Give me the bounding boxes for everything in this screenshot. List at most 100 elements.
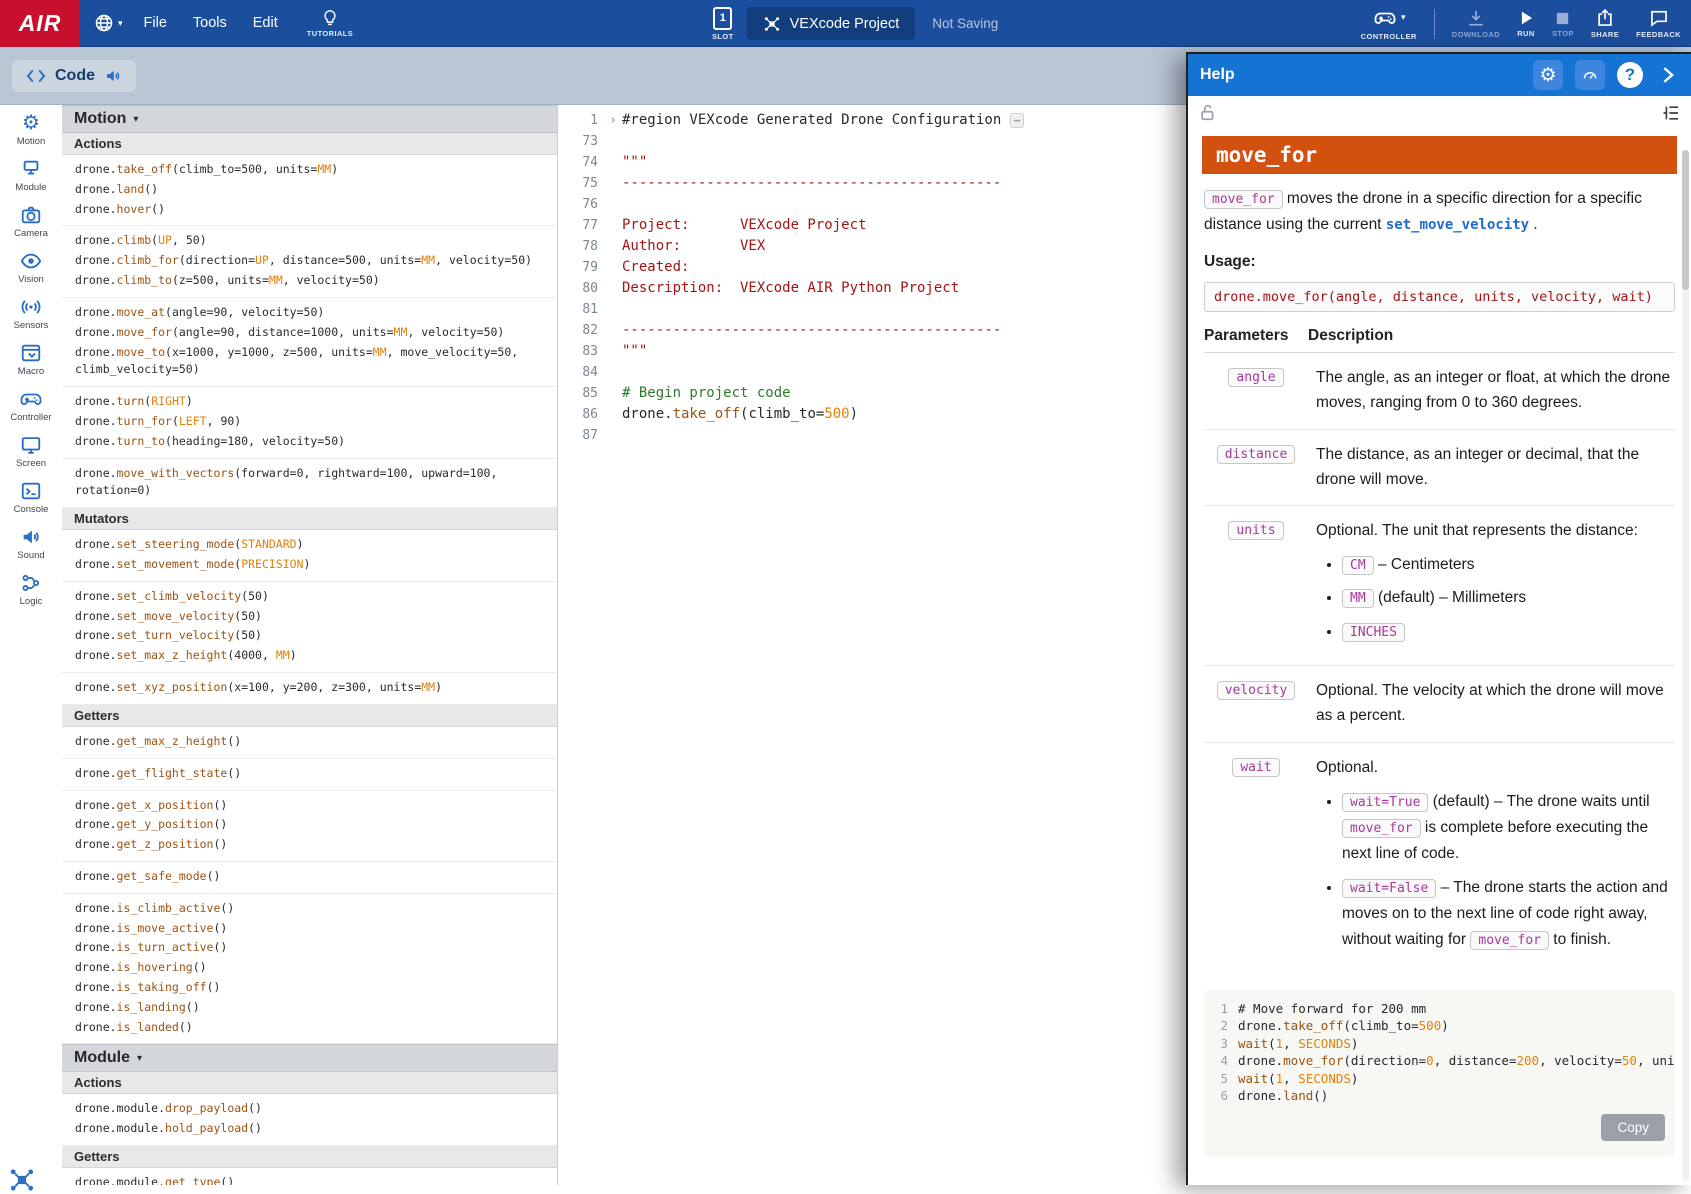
- tutorials-button[interactable]: TUTORIALS: [307, 9, 353, 38]
- sidebar-item-label: Sensors: [14, 320, 49, 331]
- palette-snippet[interactable]: drone.set_movement_mode(PRECISION): [62, 555, 557, 575]
- palette-snippet[interactable]: drone.module.get_type(): [62, 1173, 557, 1185]
- parameter-row: waitOptional.wait=True (default) – The d…: [1204, 743, 1675, 974]
- palette-snippet[interactable]: drone.get_max_z_height(): [62, 732, 557, 752]
- palette-snippet[interactable]: drone.module.drop_payload(): [62, 1099, 557, 1119]
- sidebar-item-motion[interactable]: ⚙ Motion: [0, 111, 62, 157]
- description-cell: The distance, as an integer or decimal, …: [1308, 443, 1675, 493]
- sidebar-item-sensors[interactable]: Sensors: [0, 295, 62, 341]
- run-button[interactable]: RUN: [1517, 9, 1535, 38]
- palette-snippet[interactable]: drone.get_safe_mode(): [62, 867, 557, 887]
- palette-snippet[interactable]: drone.is_landed(): [62, 1018, 557, 1038]
- indent-icon[interactable]: [1661, 103, 1681, 123]
- feedback-button[interactable]: FEEDBACK: [1636, 8, 1681, 39]
- sidebar-item-console[interactable]: Console: [0, 479, 62, 525]
- palette-snippet[interactable]: drone.set_steering_mode(STANDARD): [62, 535, 557, 555]
- palette-snippet[interactable]: drone.climb_for(direction=UP, distance=5…: [62, 251, 557, 271]
- folded-code-ellipsis[interactable]: ⋯: [1010, 113, 1025, 128]
- editor-line-text: Description: VEXcode AIR Python Project: [622, 278, 959, 299]
- vision-icon: [20, 249, 42, 273]
- settings-icon[interactable]: ⚙: [1533, 60, 1563, 90]
- palette-snippet[interactable]: drone.set_move_velocity(50): [62, 607, 557, 627]
- palette-snippet[interactable]: drone.move_to(x=1000, y=1000, z=500, uni…: [62, 343, 557, 381]
- slot-selector[interactable]: 1 SLOT: [712, 7, 734, 41]
- chevron-down-icon[interactable]: ▾: [1401, 12, 1406, 23]
- stop-button[interactable]: STOP: [1552, 10, 1574, 38]
- project-name-button[interactable]: VEXcode Project: [747, 7, 916, 40]
- sidebar-item-logic[interactable]: Logic: [0, 571, 62, 617]
- globe-icon: [94, 13, 114, 33]
- palette-snippet[interactable]: drone.get_y_position(): [62, 815, 557, 835]
- palette-snippet[interactable]: drone.move_for(angle=90, distance=1000, …: [62, 323, 557, 343]
- palette-snippet[interactable]: drone.turn_to(heading=180, velocity=50): [62, 432, 557, 452]
- palette-snippet[interactable]: drone.climb_to(z=500, units=MM, velocity…: [62, 271, 557, 291]
- sidebar-item-label: Macro: [18, 366, 44, 377]
- dashboard-icon[interactable]: [1575, 60, 1605, 90]
- language-selector[interactable]: ▾: [94, 13, 123, 33]
- palette-snippet[interactable]: drone.is_landing(): [62, 998, 557, 1018]
- drone-icon[interactable]: [8, 1166, 36, 1194]
- sidebar-item-module[interactable]: Module: [0, 157, 62, 203]
- fold-gutter: [604, 341, 622, 362]
- palette-snippet[interactable]: drone.set_turn_velocity(50): [62, 626, 557, 646]
- menu-edit[interactable]: Edit: [240, 15, 291, 31]
- palette-snippet[interactable]: drone.is_turn_active(): [62, 938, 557, 958]
- palette-snippet[interactable]: drone.turn(RIGHT): [62, 392, 557, 412]
- speaker-icon[interactable]: [104, 67, 122, 85]
- palette-snippet[interactable]: drone.set_xyz_position(x=100, y=200, z=3…: [62, 678, 557, 698]
- help-header: Help ⚙ ?: [1188, 54, 1691, 96]
- palette-snippet[interactable]: drone.move_with_vectors(forward=0, right…: [62, 464, 557, 502]
- example-line-text: wait(1, SECONDS): [1238, 1035, 1358, 1053]
- palette-snippet[interactable]: drone.get_z_position(): [62, 835, 557, 855]
- palette-section-header-module[interactable]: Module▾: [62, 1044, 557, 1072]
- download-button[interactable]: DOWNLOAD: [1452, 8, 1500, 39]
- question-icon[interactable]: ?: [1617, 62, 1643, 88]
- help-topic-title: move_for: [1202, 136, 1677, 174]
- palette-snippet[interactable]: drone.get_flight_state(): [62, 764, 557, 784]
- help-scrollbar[interactable]: [1682, 150, 1689, 1181]
- drone-icon: [763, 15, 781, 33]
- palette-snippet[interactable]: drone.is_move_active(): [62, 919, 557, 939]
- help-topic-link[interactable]: set_move_velocity: [1386, 217, 1529, 233]
- unlock-icon[interactable]: [1198, 103, 1218, 123]
- fold-chevron-icon[interactable]: ›: [604, 110, 622, 131]
- menu-file[interactable]: File: [131, 15, 180, 31]
- palette-snippet[interactable]: drone.set_max_z_height(4000, MM): [62, 646, 557, 666]
- palette-snippet[interactable]: drone.hover(): [62, 200, 557, 220]
- palette-snippet[interactable]: drone.take_off(climb_to=500, units=MM): [62, 160, 557, 180]
- palette-snippet[interactable]: drone.land(): [62, 180, 557, 200]
- example-line-text: drone.move_for(direction=0, distance=200…: [1238, 1052, 1675, 1070]
- editor-line-number: 83: [558, 341, 604, 362]
- copy-button[interactable]: Copy: [1601, 1114, 1665, 1141]
- screen-icon: [20, 433, 42, 457]
- parameter-pill: distance: [1217, 445, 1296, 464]
- fold-gutter: [604, 215, 622, 236]
- editor-line-text: Project: VEXcode Project: [622, 215, 866, 236]
- tab-code[interactable]: Code: [12, 60, 136, 92]
- palette-snippet[interactable]: drone.is_climb_active(): [62, 899, 557, 919]
- parameter-pill: angle: [1228, 368, 1283, 387]
- sidebar-item-sound[interactable]: Sound: [0, 525, 62, 571]
- sidebar-item-screen[interactable]: Screen: [0, 433, 62, 479]
- sidebar-item-camera[interactable]: Camera: [0, 203, 62, 249]
- controller-button[interactable]: ▾ CONTROLLER: [1361, 6, 1417, 41]
- palette-snippet[interactable]: drone.is_taking_off(): [62, 978, 557, 998]
- palette-snippet[interactable]: drone.is_hovering(): [62, 958, 557, 978]
- sidebar-item-controller[interactable]: Controller: [0, 387, 62, 433]
- collapse-panel-icon[interactable]: [1657, 64, 1679, 86]
- macro-icon: [20, 341, 42, 365]
- palette-section-header-motion[interactable]: Motion▾: [62, 105, 557, 133]
- example-line-number: 3: [1204, 1035, 1238, 1053]
- menu-tools[interactable]: Tools: [180, 15, 240, 31]
- palette-snippet[interactable]: drone.turn_for(LEFT, 90): [62, 412, 557, 432]
- sidebar-item-macro[interactable]: Macro: [0, 341, 62, 387]
- palette-block: drone.get_flight_state(): [62, 759, 557, 791]
- palette-snippet[interactable]: drone.climb(UP, 50): [62, 231, 557, 251]
- palette-snippet[interactable]: drone.module.hold_payload(): [62, 1119, 557, 1139]
- camera-icon: [20, 203, 42, 227]
- palette-snippet[interactable]: drone.move_at(angle=90, velocity=50): [62, 303, 557, 323]
- palette-snippet[interactable]: drone.get_x_position(): [62, 796, 557, 816]
- sidebar-item-vision[interactable]: Vision: [0, 249, 62, 295]
- share-button[interactable]: SHARE: [1591, 8, 1619, 39]
- palette-snippet[interactable]: drone.set_climb_velocity(50): [62, 587, 557, 607]
